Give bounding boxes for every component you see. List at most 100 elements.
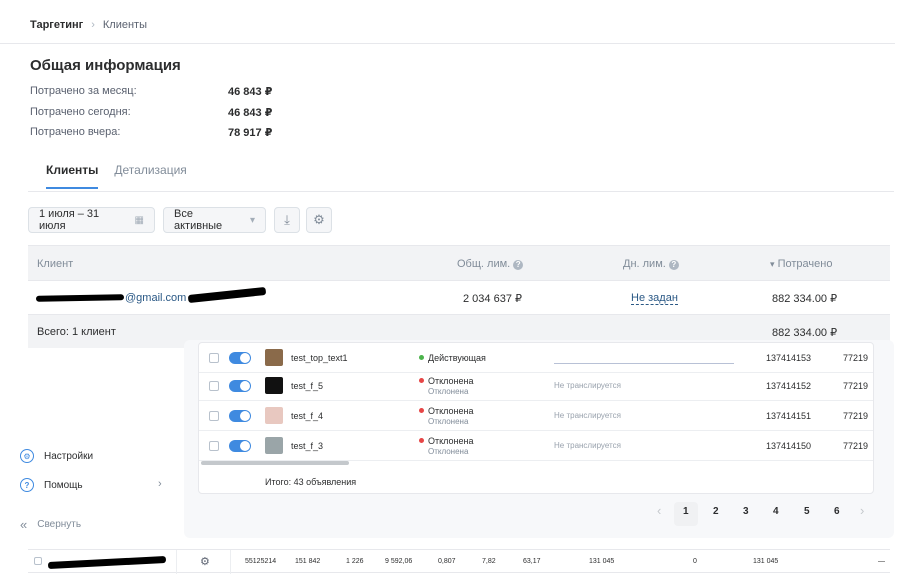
sidebar-item-settings[interactable]: ⚙ Настройки [20,449,93,463]
status-dot-icon [419,438,424,443]
col-client[interactable]: Клиент [37,258,73,270]
spent-yesterday-label: Потрачено вчера: [30,126,121,138]
ad-status-label: Действующая [428,353,486,363]
spent-today-row: Потрачено сегодня: 46 843 ₽ [30,106,280,119]
table-row[interactable]: test_top_text1 Действующая 137414153 772… [199,343,873,373]
table-row[interactable]: test_f_5 Отклонена Отклонена Не транслиру… [199,371,873,401]
ad-id: 137414152 [766,381,812,391]
ad-translation: Не транслируется [554,381,621,390]
ad-extra: 77219 [843,353,869,363]
ads-total: Итого: 43 объявления [265,477,357,487]
client-email[interactable]: @gmail.com [125,292,186,304]
cell-value: 0,807 [438,558,456,565]
page-6[interactable]: 6 [834,506,840,517]
date-range-label: 1 июля – 31 июля [39,208,100,232]
sidebar-item-label: Настройки [44,450,94,462]
spent-month-row: Потрачено за месяц: 46 843 ₽ [30,85,280,98]
redacted-email [35,294,125,302]
download-button[interactable]: ⤓ [274,207,300,233]
ad-extra: 77219 [843,411,869,421]
header-divider [0,43,895,44]
chevron-down-icon: ▾ [249,214,255,226]
pagination-next-icon[interactable]: › [860,503,864,518]
col-daily-limit[interactable]: Дн. лим.? [623,258,679,270]
page-2[interactable]: 2 [713,506,719,517]
tab-details[interactable]: Детализация [114,163,186,189]
tab-clients[interactable]: Клиенты [46,163,99,189]
gear-icon: ⚙ [313,212,325,227]
ad-status-sub: Отклонена [428,417,469,426]
ad-name[interactable]: test_f_3 [291,441,323,451]
gear-icon[interactable]: ⚙ [200,555,210,568]
row-toggle[interactable] [229,410,251,422]
tabs-divider [28,191,894,192]
row-toggle[interactable] [229,380,251,392]
breadcrumb-targeting[interactable]: Таргетинг [30,19,83,31]
breadcrumb: Таргетинг › Клиенты [30,19,147,31]
ad-name[interactable]: test_f_4 [291,411,323,421]
cell-value: 7,82 [482,558,496,565]
ad-id: 137414151 [766,411,812,421]
cell-value: 131 045 [589,558,615,565]
ad-translation: Не транслируется [554,441,621,450]
date-range-picker[interactable]: 1 июля – 31 июля ▦ [28,207,155,233]
cell-value: 0 [693,558,697,565]
sidebar-item-help[interactable]: ? Помощь [20,478,83,492]
ad-status-sub: Отклонена [428,387,469,396]
question-icon: ? [20,478,34,492]
table-row[interactable]: test_f_3 Отклонена Отклонена Не транслиру… [199,431,873,461]
calendar-icon: ▦ [134,214,144,226]
sidebar-item-collapse[interactable]: « Свернуть [20,517,81,532]
spent-month-value: 46 843 ₽ [228,86,273,98]
translation-bar [554,363,734,364]
ad-thumbnail [265,349,283,366]
row-checkbox[interactable] [209,441,219,451]
table-row[interactable]: test_f_4 Отклонена Отклонена Не транслиру… [199,401,873,431]
row-checkbox[interactable] [209,381,219,391]
pagination-prev-icon[interactable]: ‹ [657,503,661,518]
ad-name[interactable]: test_f_5 [291,381,323,391]
clients-table-header: Клиент Общ. лим.? Дн. лим.? ▾ Потрачено [28,245,890,281]
row-checkbox[interactable] [209,353,219,363]
spent-today-label: Потрачено сегодня: [30,106,131,118]
general-info-title: Общая информация [30,57,181,74]
breadcrumb-clients: Клиенты [102,19,147,31]
ad-status: Отклонена Отклонена [419,436,473,457]
ad-name[interactable]: test_top_text1 [291,353,348,363]
ads-table: test_top_text1 Действующая 137414153 772… [198,342,874,494]
ad-status-sub: Отклонена [428,447,469,456]
col-total-limit[interactable]: Общ. лим.? [457,258,524,270]
row-checkbox[interactable] [34,557,42,565]
page-1[interactable]: 1 [683,506,689,517]
page-4[interactable]: 4 [773,506,779,517]
breadcrumb-separator-icon: › [91,19,95,31]
gear-icon: ⚙ [20,449,34,463]
col-spent[interactable]: ▾ Потрачено [770,258,832,270]
chevron-right-icon: › [158,478,162,490]
ad-status: Действующая [419,353,486,363]
redacted-email [187,286,267,304]
campaign-row[interactable]: ⚙ 55125214 151 842 1 226 9 592,06 0,807 … [28,549,890,574]
cell-value: 9 592,06 [385,558,413,565]
horizontal-scrollbar[interactable] [201,461,349,465]
page-5[interactable]: 5 [804,506,810,517]
col-daily-limit-label: Дн. лим. [623,258,666,270]
help-icon[interactable]: ? [668,260,679,270]
row-toggle[interactable] [229,352,251,364]
table-row[interactable]: @gmail.com 2 034 637 ₽ Не задан 882 334.… [28,281,890,315]
client-daily-limit-link[interactable]: Не задан [631,292,678,305]
spent-today-value: 46 843 ₽ [228,107,273,119]
page-3[interactable]: 3 [743,506,749,517]
ad-status: Отклонена Отклонена [419,376,473,397]
col-separator [176,550,177,574]
row-toggle[interactable] [229,440,251,452]
redacted-campaign-name [47,555,167,570]
ad-status-label: Отклонена [428,406,474,416]
help-icon[interactable]: ? [513,260,524,270]
settings-button[interactable]: ⚙ [306,207,332,233]
ad-status: Отклонена Отклонена [419,406,473,427]
download-icon: ⤓ [284,212,290,227]
row-checkbox[interactable] [209,411,219,421]
total-clients: Всего: 1 клиент [37,326,116,338]
status-filter-select[interactable]: Все активные ▾ [163,207,266,233]
